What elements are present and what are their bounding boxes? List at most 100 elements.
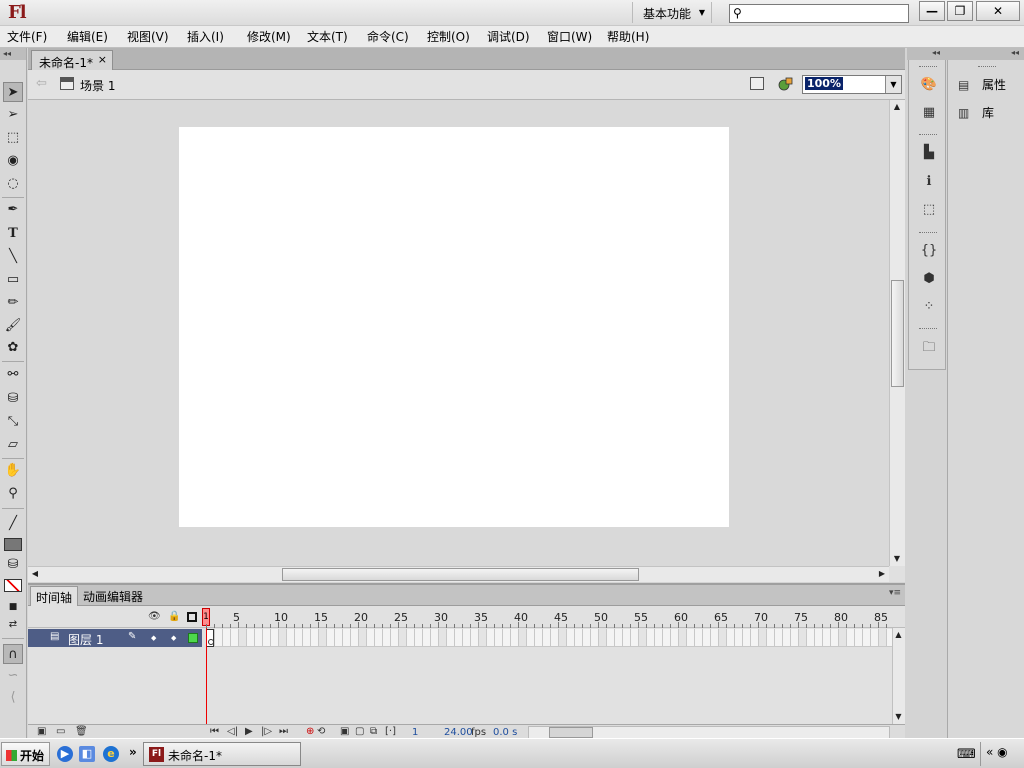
grip[interactable] xyxy=(919,134,937,137)
menu-insert[interactable]: 插入(I) xyxy=(187,28,224,45)
transform-icon[interactable]: ⬚ xyxy=(920,201,938,219)
onion-outline-icon[interactable]: ▢ xyxy=(355,726,364,737)
eraser-tool-icon[interactable]: ▱ xyxy=(3,435,23,455)
keyboard-icon[interactable]: ⌨ xyxy=(957,747,976,762)
new-folder-icon[interactable]: ▭ xyxy=(56,726,65,737)
collapse-icon[interactable]: ◂◂ xyxy=(932,48,940,57)
frames-row[interactable] xyxy=(206,629,892,647)
straighten-icon[interactable]: ⟨ xyxy=(3,688,23,708)
actions-code-icon[interactable]: {} xyxy=(920,242,938,260)
grip[interactable] xyxy=(919,232,937,235)
modify-markers-icon[interactable]: [·] xyxy=(385,726,396,737)
menu-help[interactable]: 帮助(H) xyxy=(607,28,649,45)
start-button[interactable]: 开始 xyxy=(1,742,50,766)
grip[interactable] xyxy=(919,66,937,69)
edit-multiple-frames-icon[interactable]: ⧉ xyxy=(370,726,377,737)
scroll-right-icon[interactable]: ▶ xyxy=(875,567,889,581)
minimize-button[interactable]: — xyxy=(919,1,945,21)
deco-tool-icon[interactable]: ✿ xyxy=(3,338,23,358)
back-arrow-icon[interactable]: ⇦ xyxy=(36,76,47,91)
zoom-tool-icon[interactable]: ⚲ xyxy=(3,484,23,504)
step-forward-icon[interactable]: |▷ xyxy=(261,726,272,737)
color-palette-icon[interactable]: 🎨 xyxy=(920,76,938,94)
menu-window[interactable]: 窗口(W) xyxy=(547,28,592,45)
zoom-value[interactable]: 100% xyxy=(805,77,843,90)
scene-label[interactable]: 场景 1 xyxy=(80,77,115,94)
info-icon[interactable]: ℹ xyxy=(920,173,938,191)
chevron-down-icon[interactable]: ▼ xyxy=(885,76,901,93)
lock-icon[interactable]: 🔒 xyxy=(168,611,180,622)
play-icon[interactable]: ▶ xyxy=(245,726,253,737)
components-icon[interactable]: ⬢ xyxy=(920,270,938,288)
align-icon[interactable]: ▙ xyxy=(920,144,938,162)
workspace-switcher[interactable]: 基本功能 ▼ xyxy=(632,2,712,23)
menu-file[interactable]: 文件(F) xyxy=(7,28,47,45)
free-transform-tool-icon[interactable]: ⬚ xyxy=(3,128,23,148)
loop-icon[interactable]: ⟲ xyxy=(317,726,325,737)
scroll-up-icon[interactable]: ▲ xyxy=(890,100,904,114)
grip[interactable] xyxy=(919,328,937,331)
pencil-tool-icon[interactable]: ✏ xyxy=(3,293,23,313)
center-frame-icon[interactable]: ⊕ xyxy=(306,726,314,737)
hand-tool-icon[interactable]: ✋ xyxy=(3,461,23,481)
tray-expand-icon[interactable]: « ◉ xyxy=(986,745,1008,759)
menu-control[interactable]: 控制(O) xyxy=(427,28,470,45)
subselection-tool-icon[interactable]: ➢ xyxy=(3,105,23,125)
media-player-icon[interactable]: ▶ xyxy=(57,746,73,762)
outline-icon[interactable] xyxy=(187,612,197,622)
paint-bucket-tool-icon[interactable]: ⛁ xyxy=(3,389,23,409)
tab-timeline[interactable]: 时间轴 xyxy=(30,586,79,606)
timeline-vertical-scrollbar[interactable]: ▲ ▼ xyxy=(892,628,905,724)
scrollbar-thumb[interactable] xyxy=(891,280,904,387)
edit-scene-icon[interactable] xyxy=(750,77,764,90)
rectangle-tool-icon[interactable]: ▭ xyxy=(3,270,23,290)
eye-icon[interactable]: 👁 xyxy=(148,611,161,622)
search-input[interactable] xyxy=(748,6,906,21)
scroll-down-icon[interactable]: ▼ xyxy=(892,710,905,724)
lock-dot-icon[interactable]: ◆ xyxy=(171,634,176,642)
3d-rotation-tool-icon[interactable]: ◉ xyxy=(3,151,23,171)
stroke-swatch[interactable] xyxy=(3,535,23,555)
menu-view[interactable]: 视图(V) xyxy=(127,28,169,45)
menu-edit[interactable]: 编辑(E) xyxy=(67,28,108,45)
menu-text[interactable]: 文本(T) xyxy=(307,28,348,45)
taskbar-window-button[interactable]: Fl 未命名-1* xyxy=(143,742,301,766)
text-tool-icon[interactable]: T xyxy=(3,224,23,244)
smooth-icon[interactable]: ∽ xyxy=(3,666,23,686)
menu-debug[interactable]: 调试(D) xyxy=(487,28,530,45)
step-back-icon[interactable]: ◁| xyxy=(227,726,238,737)
menu-commands[interactable]: 命令(C) xyxy=(367,28,409,45)
tab-motion-editor[interactable]: 动画编辑器 xyxy=(78,586,148,606)
frame-rate[interactable]: 24.00 xyxy=(444,727,473,738)
more-quicklaunch-icon[interactable]: » xyxy=(129,745,137,759)
scroll-up-icon[interactable]: ▲ xyxy=(892,628,905,642)
desktop-icon[interactable]: ◧ xyxy=(79,746,95,762)
lasso-tool-icon[interactable]: ◌ xyxy=(3,174,23,194)
project-folder-icon[interactable]: 🗀 xyxy=(920,339,938,357)
delete-icon[interactable]: 🗑 xyxy=(75,726,88,737)
close-icon[interactable]: × xyxy=(98,53,107,66)
last-frame-icon[interactable]: ⏭ xyxy=(279,726,288,737)
layer-outline-color[interactable] xyxy=(188,633,198,643)
stroke-color-icon[interactable]: ╱ xyxy=(3,514,23,534)
new-layer-icon[interactable]: ▣ xyxy=(37,726,46,737)
bone-tool-icon[interactable]: ⚯ xyxy=(3,365,23,385)
help-search-field[interactable]: ⚲ xyxy=(729,4,909,23)
library-panel-button[interactable]: ▥ 库 xyxy=(958,104,994,121)
line-tool-icon[interactable]: ╲ xyxy=(3,247,23,267)
stage-canvas[interactable] xyxy=(179,127,729,527)
panel-menu-icon[interactable]: ▾≡ xyxy=(889,588,901,598)
close-button[interactable]: ✕ xyxy=(976,1,1020,21)
stage-vertical-scrollbar[interactable]: ▲ ▼ xyxy=(889,100,905,566)
selection-tool-icon[interactable]: ➤ xyxy=(3,82,23,102)
fill-color-icon[interactable]: ⛁ xyxy=(3,555,23,575)
scrollbar-thumb[interactable] xyxy=(282,568,639,581)
layer-row[interactable]: ▤ 图层 1 ✎ ◆ ◆ xyxy=(28,629,202,647)
internet-explorer-icon[interactable]: e xyxy=(103,746,119,762)
collapse-icon[interactable]: ◂◂ xyxy=(1011,48,1019,57)
grip[interactable] xyxy=(978,66,996,69)
swap-colors-icon[interactable]: ⇄ xyxy=(3,615,23,635)
scroll-left-icon[interactable]: ◀ xyxy=(28,567,42,581)
properties-panel-button[interactable]: ▤ 属性 xyxy=(958,76,1006,93)
menu-modify[interactable]: 修改(M) xyxy=(247,28,291,45)
